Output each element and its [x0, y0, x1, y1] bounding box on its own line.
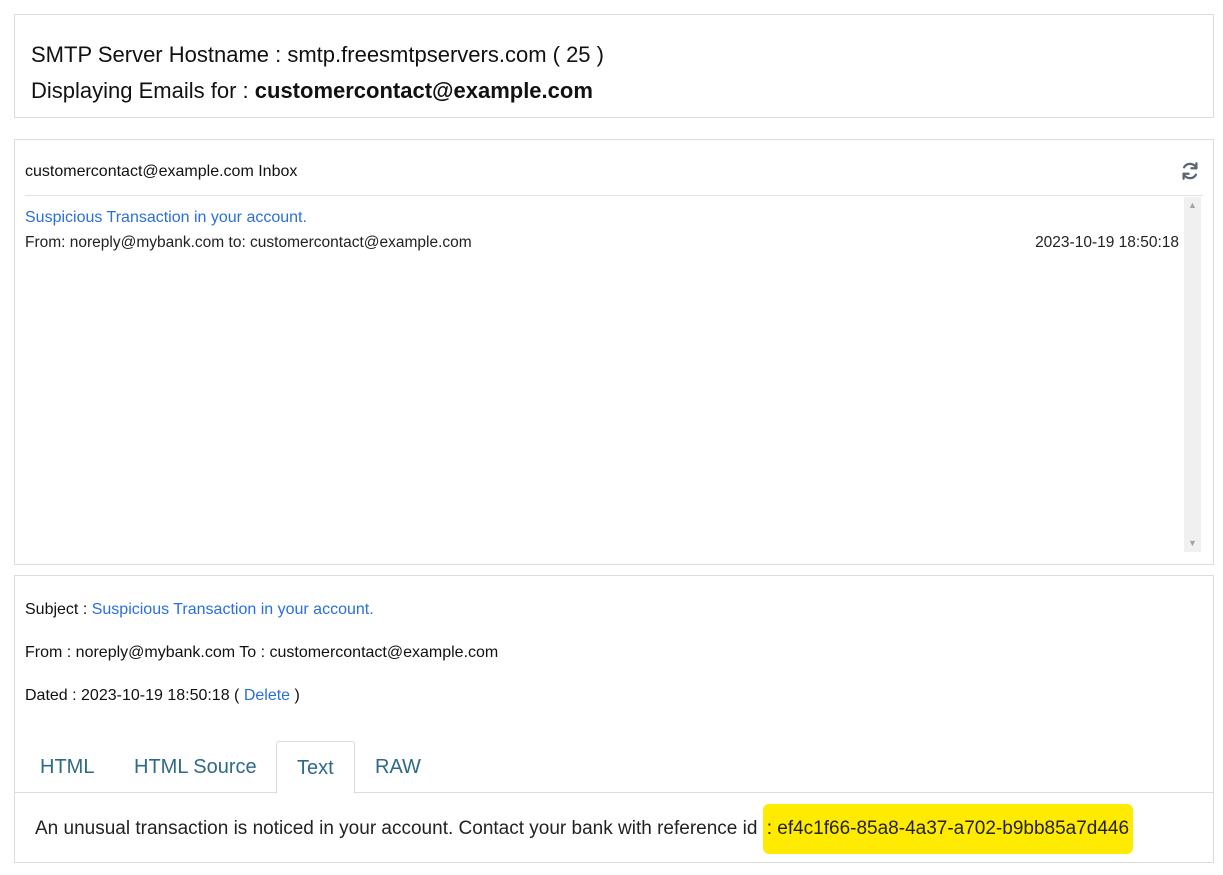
detail-dated-row: Dated : 2023-10-19 18:50:18 ( Delete ) — [25, 687, 300, 705]
email-body-text: An unusual transaction is noticed in you… — [35, 804, 1134, 854]
subject-label: Subject : — [25, 601, 88, 618]
inbox-list[interactable]: Suspicious Transaction in your account. … — [25, 197, 1201, 552]
dated-label: Dated : 2023-10-19 18:50:18 ( — [25, 687, 240, 704]
subject-value: Suspicious Transaction in your account. — [91, 601, 374, 618]
hostname-label: SMTP Server Hostname : — [31, 42, 282, 67]
tab-raw[interactable]: RAW — [355, 741, 441, 793]
email-from-to: From: noreply@mybank.com to: customercon… — [25, 234, 472, 251]
hostname-row: SMTP Server Hostname : smtp.freesmtpserv… — [31, 37, 1197, 73]
email-subject-link[interactable]: Suspicious Transaction in your account. — [25, 209, 307, 227]
inbox-panel: customercontact@example.com Inbox Suspic… — [14, 139, 1214, 565]
reference-id-highlight: : ef4c1f66-85a8-4a37-a702-b9bb85a7d446 — [762, 804, 1134, 854]
tab-html[interactable]: HTML — [20, 741, 114, 793]
displaying-row: Displaying Emails for : customercontact@… — [31, 73, 1197, 109]
body-text-prefix: An unusual transaction is noticed in you… — [35, 818, 758, 839]
scroll-down-icon[interactable]: ▼ — [1184, 535, 1201, 552]
view-tabs: HTML HTML Source Text RAW — [15, 741, 1213, 794]
delete-link[interactable]: Delete — [244, 687, 290, 704]
displaying-email: customercontact@example.com — [254, 78, 593, 103]
detail-from-row: From : noreply@mybank.com To : customerc… — [25, 644, 499, 661]
detail-subject-row: Subject : Suspicious Transaction in your… — [25, 601, 374, 619]
scroll-up-icon[interactable]: ▲ — [1184, 197, 1201, 214]
refresh-icon[interactable] — [1179, 160, 1201, 182]
inbox-header: customercontact@example.com Inbox — [25, 140, 1203, 196]
server-info-panel: SMTP Server Hostname : smtp.freesmtpserv… — [14, 14, 1214, 118]
tab-html-source[interactable]: HTML Source — [114, 741, 277, 793]
email-date: 2023-10-19 18:50:18 — [1035, 234, 1179, 251]
inbox-scrollbar[interactable]: ▲ ▼ — [1184, 197, 1201, 552]
displaying-label: Displaying Emails for : — [31, 78, 249, 103]
dated-close: ) — [294, 687, 300, 704]
hostname-value: smtp.freesmtpservers.com ( 25 ) — [287, 42, 604, 67]
inbox-title: customercontact@example.com Inbox — [25, 163, 298, 180]
list-item[interactable]: Suspicious Transaction in your account. … — [25, 197, 1201, 261]
tab-text[interactable]: Text — [276, 741, 355, 794]
email-detail-panel: Subject : Suspicious Transaction in your… — [14, 575, 1214, 863]
